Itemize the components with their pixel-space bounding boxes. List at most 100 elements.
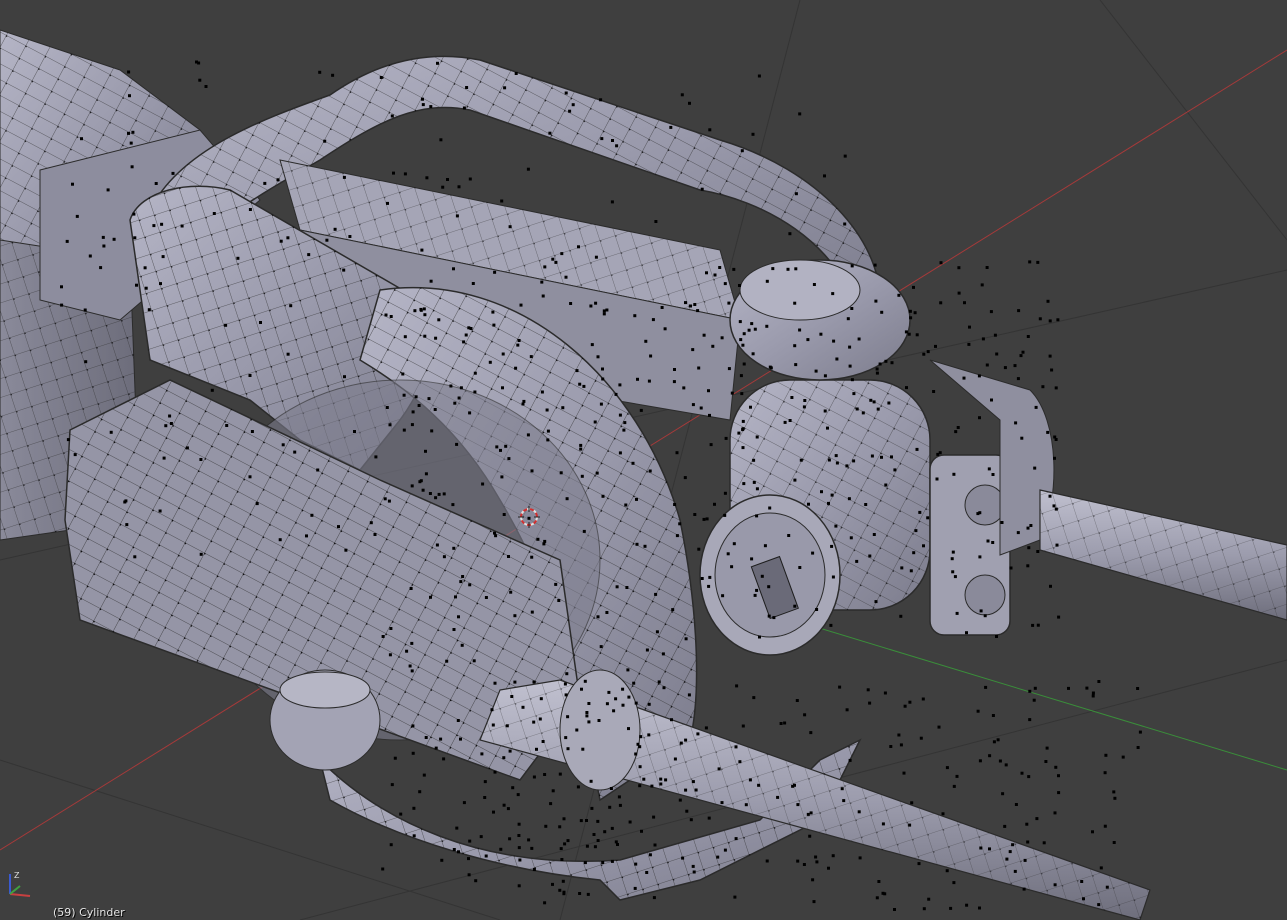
- mesh-vertex: [639, 408, 643, 412]
- mesh-vertex: [979, 846, 983, 850]
- mesh-vertex: [112, 237, 116, 241]
- mesh-vertex: [385, 406, 389, 409]
- mesh-vertex: [133, 236, 137, 240]
- mesh-vertex: [978, 759, 982, 763]
- mesh-vertex: [616, 843, 619, 846]
- mesh-vertex: [840, 787, 844, 791]
- mesh-vertex: [654, 220, 658, 223]
- mesh-vertex: [610, 200, 614, 204]
- mesh-vertex: [995, 352, 999, 356]
- mesh-vertex: [60, 285, 63, 289]
- mesh-vertex: [571, 103, 575, 107]
- mesh-vertex: [546, 429, 550, 433]
- mesh-vertex: [691, 780, 695, 784]
- mesh-vertex: [199, 458, 203, 461]
- mesh-vertex: [787, 534, 791, 537]
- mesh-vertex: [558, 772, 562, 776]
- mesh-vertex: [752, 458, 756, 462]
- mesh-vertex: [539, 697, 543, 701]
- mesh-vertex: [912, 285, 915, 289]
- mesh-vertex: [788, 419, 792, 422]
- mesh-vertex: [945, 869, 949, 873]
- mesh-vertex: [602, 312, 606, 316]
- mesh-vertex: [831, 575, 835, 579]
- mesh-vertex: [1027, 546, 1031, 550]
- mesh-vertex: [1022, 887, 1026, 891]
- mesh-vertex: [635, 497, 638, 501]
- mesh-vertex: [279, 239, 283, 243]
- mesh-vertex: [697, 366, 701, 370]
- mesh-vertex: [513, 614, 517, 618]
- 3d-cursor-icon[interactable]: [518, 506, 540, 528]
- mesh-vertex: [914, 529, 918, 533]
- mesh-vertex: [516, 793, 520, 797]
- mesh-vertex: [381, 867, 385, 871]
- mesh-vertex: [976, 709, 980, 713]
- mesh-vertex: [424, 472, 428, 476]
- mesh-vertex: [602, 309, 606, 313]
- mesh-vertex: [1054, 507, 1058, 511]
- mesh-vertex: [471, 282, 475, 285]
- mesh-vertex: [965, 631, 968, 635]
- mesh-vertex: [873, 263, 877, 267]
- mesh-vertex: [84, 360, 88, 364]
- mesh-vertex: [819, 332, 823, 336]
- mesh-vertex: [198, 78, 202, 82]
- mesh-vertex: [757, 74, 761, 78]
- mesh-vertex: [957, 266, 961, 270]
- mesh-vertex: [823, 374, 827, 378]
- mesh-vertex: [386, 201, 389, 205]
- mesh-vertex: [694, 788, 698, 792]
- mesh-vertex: [502, 756, 506, 760]
- mesh-vertex: [952, 784, 956, 788]
- mesh-vertex: [870, 454, 874, 458]
- mesh-vertex: [634, 862, 638, 866]
- mesh-vertex: [519, 303, 523, 307]
- mesh-vertex: [976, 512, 980, 516]
- mesh-vertex: [852, 459, 856, 463]
- mesh-vertex: [1050, 368, 1054, 372]
- mesh-vertex: [919, 736, 923, 740]
- mesh-vertex: [569, 302, 573, 305]
- mesh-vertex: [707, 816, 711, 820]
- mesh-vertex: [950, 557, 954, 561]
- mesh-vertex: [684, 788, 688, 792]
- mesh-vertex: [490, 708, 494, 712]
- mesh-vertex: [418, 790, 422, 794]
- mesh-vertex: [503, 86, 507, 90]
- mesh-vertex: [600, 137, 604, 141]
- y-axis-icon: [9, 885, 21, 895]
- mesh-vertex: [635, 542, 639, 546]
- mesh-vertex: [585, 844, 589, 848]
- mesh-vertex: [580, 687, 583, 691]
- mesh-vertex: [659, 777, 663, 781]
- mesh-vertex: [388, 653, 392, 657]
- mesh-vertex: [830, 493, 834, 497]
- mesh-vertex: [333, 227, 337, 231]
- view-axis-widget: Z: [2, 868, 34, 900]
- viewport-canvas[interactable]: [0, 0, 1287, 920]
- mesh-vertex: [457, 185, 461, 189]
- mesh-vertex: [903, 704, 907, 708]
- mesh-vertex: [286, 352, 290, 356]
- mesh-vertex: [1028, 689, 1032, 693]
- mesh-vertex: [452, 267, 455, 271]
- mesh-vertex: [990, 398, 993, 402]
- mesh-vertex: [499, 847, 503, 851]
- mesh-vertex: [1034, 405, 1038, 409]
- mesh-vertex: [685, 809, 689, 813]
- mesh-vertex: [757, 783, 761, 787]
- mesh-vertex: [699, 406, 703, 410]
- mesh-vertex: [730, 391, 734, 395]
- mesh-vertex: [834, 524, 838, 528]
- 3d-viewport[interactable]: Z (59) Cylinder: [0, 0, 1287, 920]
- mesh-vertex: [858, 856, 862, 860]
- mesh-vertex: [1057, 791, 1061, 795]
- mesh-vertex: [1053, 811, 1057, 815]
- mesh-vertex: [827, 866, 830, 870]
- mesh-vertex: [926, 350, 930, 354]
- mesh-vertex: [627, 727, 630, 731]
- mesh-vertex: [684, 301, 687, 305]
- mesh-vertex: [887, 401, 891, 405]
- mesh-vertex: [581, 747, 585, 751]
